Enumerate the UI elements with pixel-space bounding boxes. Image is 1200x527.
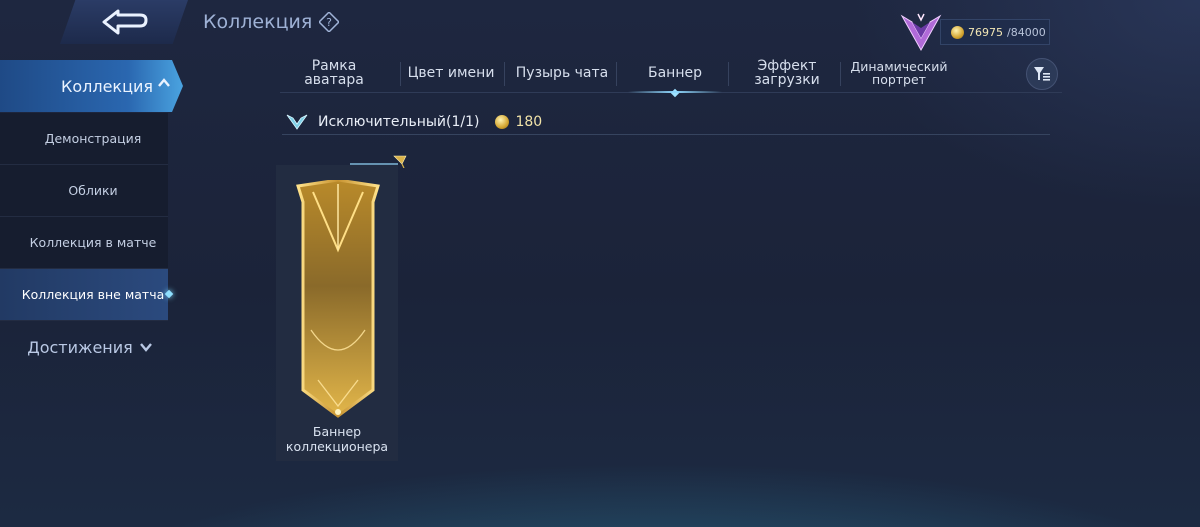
currency-max: /84000 <box>1007 25 1046 39</box>
tab-label: Эффект загрузки <box>754 58 820 88</box>
page-title: Коллекция <box>203 11 313 33</box>
tab-name-color[interactable]: Цвет имени <box>402 54 500 92</box>
sidebar-item-label: Коллекция вне матча <box>21 286 165 302</box>
tab-divider <box>400 62 401 86</box>
rarity-price: 180 <box>515 114 543 130</box>
collector-banner-image <box>296 180 380 418</box>
sidebar-item-out-of-match[interactable]: Коллекция вне матча <box>0 269 168 321</box>
filter-button[interactable] <box>1026 58 1058 90</box>
tab-banner[interactable]: Баннер <box>618 54 732 93</box>
tab-divider <box>728 62 729 86</box>
sidebar-item-skins[interactable]: Облики <box>0 165 168 217</box>
sidebar-item-label: Коллекция в матче <box>29 234 157 250</box>
currency-display: 76975/84000 <box>940 19 1050 45</box>
tab-divider <box>840 62 841 86</box>
tab-divider <box>616 62 617 86</box>
sidebar-item-label: Достижения <box>27 337 133 357</box>
sidebar-item-achievements[interactable]: Достижения <box>0 334 180 360</box>
tab-avatar-frame[interactable]: Рамка аватара <box>282 54 386 92</box>
rank-emblem-icon <box>900 13 942 52</box>
chevron-up-icon <box>158 78 170 87</box>
tab-chat-bubble[interactable]: Пузырь чата <box>506 54 618 92</box>
sidebar-submenu: Демонстрация Облики Коллекция в матче Ко… <box>0 113 168 321</box>
coin-icon <box>951 25 964 39</box>
top-bar: Коллекция ? 76975/84000 <box>0 0 1200 52</box>
sidebar-item-collection[interactable]: Коллекция <box>0 60 183 112</box>
banner-card[interactable]: Баннер коллекционера <box>276 165 398 461</box>
sidebar-main-label: Коллекция <box>60 76 153 96</box>
rarity-emblem-icon <box>286 114 308 130</box>
rarity-header: Исключительный(1/1) 180 <box>282 110 1050 135</box>
tab-label: Баннер <box>648 65 702 81</box>
tab-label: Динамический портрет <box>850 59 948 87</box>
tab-dynamic-portrait[interactable]: Динамический портрет <box>842 54 956 92</box>
sidebar-item-demonstration[interactable]: Демонстрация <box>0 113 168 165</box>
tab-label: Пузырь чата <box>515 65 609 81</box>
coin-icon <box>495 115 510 129</box>
svg-text:?: ? <box>326 16 332 29</box>
chevron-down-icon <box>139 343 152 352</box>
tab-label: Рамка аватара <box>304 58 364 88</box>
back-arrow-icon <box>102 9 148 35</box>
rarity-label: Исключительный(1/1) <box>318 114 480 130</box>
filter-icon <box>1034 67 1050 81</box>
card-label: Баннер коллекционера <box>285 424 389 454</box>
help-question-icon[interactable]: ? <box>319 12 339 32</box>
tab-divider <box>504 62 505 86</box>
category-tabs: Рамка аватара Цвет имени Пузырь чата Бан… <box>280 54 1062 93</box>
currency-value: 76975 <box>968 25 1003 39</box>
sidebar-item-in-match[interactable]: Коллекция в матче <box>0 217 168 269</box>
tab-loading-effect[interactable]: Эффект загрузки <box>732 54 842 92</box>
tab-label: Цвет имени <box>407 65 495 81</box>
back-button[interactable] <box>60 0 188 44</box>
sidebar-item-label: Демонстрация <box>44 130 142 146</box>
sidebar-item-label: Облики <box>68 182 118 198</box>
